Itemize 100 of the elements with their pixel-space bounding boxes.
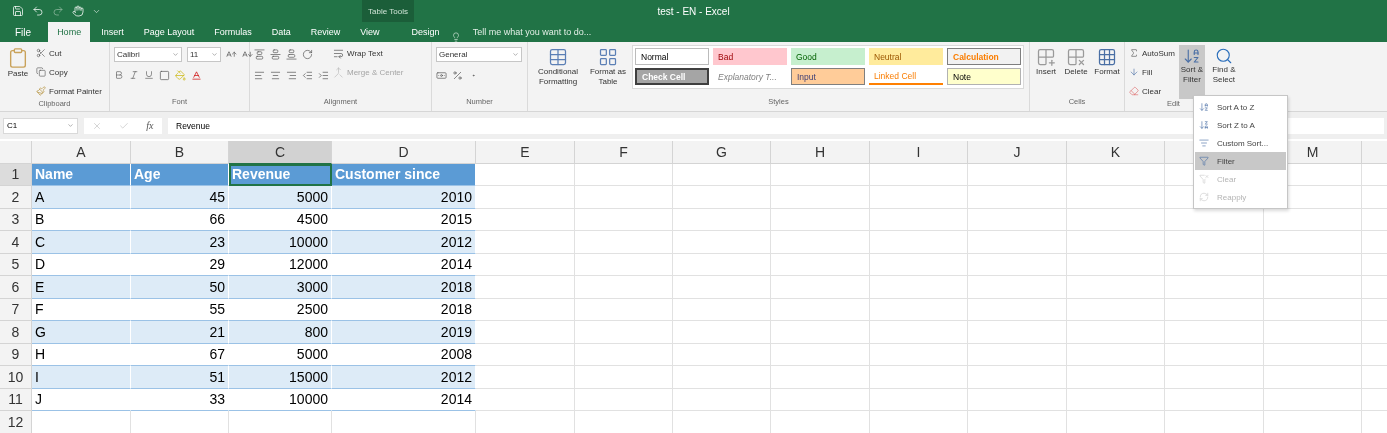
ribbon-tab[interactable]: Page Layout: [134, 22, 204, 42]
column-header[interactable]: D: [332, 141, 476, 164]
conditional-formatting-button[interactable]: Conditional Formatting: [532, 45, 584, 97]
paint-bucket-icon: [175, 69, 186, 81]
table-cell: Name: [32, 163, 131, 186]
row-header[interactable]: 2: [0, 186, 32, 209]
sort-icon: [1199, 102, 1209, 112]
ribbon-tab[interactable]: Insert: [92, 22, 133, 42]
table-cell: 2010: [332, 186, 476, 209]
row-header[interactable]: 7: [0, 298, 32, 321]
shrink-font-icon: [242, 48, 253, 60]
cell-style[interactable]: Neutral: [869, 48, 943, 65]
redo-icon: [52, 5, 64, 17]
delete-cells-icon: [1066, 47, 1087, 67]
table-cell: 23: [131, 231, 229, 254]
undo-icon: [32, 5, 44, 17]
format-cells-icon: [1097, 47, 1117, 67]
percent-icon: [452, 69, 463, 81]
clear-button[interactable]: Clear: [1129, 83, 1175, 99]
row-header[interactable]: 3: [0, 208, 32, 231]
ribbon-tab[interactable]: Data: [262, 22, 300, 42]
cut-button[interactable]: Cut: [36, 45, 102, 61]
format-as-table-button[interactable]: Format as Table: [588, 45, 628, 97]
row-header[interactable]: 6: [0, 276, 32, 299]
row-header[interactable]: 5: [0, 253, 32, 276]
font-name-field[interactable]: Calibri: [114, 46, 182, 62]
window-title: test - EN - Excel: [657, 5, 730, 17]
top-align-icon: [254, 48, 265, 60]
sort-filter-button[interactable]: Sort & Filter: [1178, 45, 1205, 99]
cell-style[interactable]: Good: [791, 48, 865, 65]
lightbulb-icon: [450, 32, 461, 42]
column-header[interactable]: A: [32, 141, 131, 164]
column-header[interactable]: K: [1067, 141, 1165, 164]
tell-me-field[interactable]: Tell me what you want to do...: [472, 22, 592, 42]
table-cell: 45: [131, 186, 229, 209]
column-header[interactable]: E: [476, 141, 575, 164]
row-header[interactable]: 10: [0, 366, 32, 389]
delete-button[interactable]: Delete: [1062, 45, 1090, 97]
row-header[interactable]: 12: [0, 411, 32, 433]
column-header[interactable]: F: [575, 141, 673, 164]
bottom-align-icon: [286, 48, 297, 60]
ribbon-tab[interactable]: File: [6, 22, 41, 42]
find-select-button[interactable]: Find & Select: [1208, 45, 1239, 99]
menu-item[interactable]: Sort Z to A: [1195, 116, 1286, 134]
cell-style[interactable]: Input: [791, 68, 865, 85]
autosum-button[interactable]: AutoSum: [1129, 45, 1175, 61]
table-cell: 21: [131, 321, 229, 344]
align-right-icon: [286, 69, 297, 81]
fill-down-icon: [1129, 67, 1139, 77]
ribbon-tab[interactable]: Home: [48, 22, 91, 42]
table-cell: 3000: [229, 276, 332, 299]
format-button[interactable]: Format: [1094, 45, 1120, 97]
row-header[interactable]: 4: [0, 231, 32, 254]
font-size-field[interactable]: 11: [187, 46, 221, 62]
column-header[interactable]: J: [968, 141, 1067, 164]
row-header[interactable]: 8: [0, 321, 32, 344]
merge-icon: [333, 66, 344, 78]
wrap-text-button[interactable]: Wrap Text: [333, 45, 404, 61]
sort-icon: [1199, 120, 1209, 130]
wrap-text-icon: [333, 47, 344, 59]
copy-button[interactable]: Copy: [36, 64, 102, 80]
row-header[interactable]: 9: [0, 343, 32, 366]
ribbon-tab[interactable]: Formulas: [205, 22, 261, 42]
row-header[interactable]: 11: [0, 388, 32, 411]
cell-style[interactable]: Bad: [713, 48, 787, 65]
bold-icon: [114, 70, 124, 80]
table-cell: 10000: [229, 231, 332, 254]
row-header[interactable]: 1: [0, 163, 32, 186]
column-header[interactable]: I: [870, 141, 968, 164]
align-center-icon: [270, 69, 281, 81]
table-cell: 2018: [332, 276, 476, 299]
table-cell: I: [32, 366, 131, 389]
column-header[interactable]: C: [229, 141, 332, 164]
table-cell: Customer since: [332, 163, 476, 186]
name-box[interactable]: C1: [3, 117, 78, 134]
clipboard-icon: [7, 47, 29, 69]
menu-item[interactable]: Sort A to Z: [1195, 98, 1286, 116]
funnel-x-icon: [1199, 174, 1209, 184]
refresh-icon: [1199, 192, 1209, 202]
paintbrush-icon: [36, 86, 46, 96]
column-header[interactable]: B: [131, 141, 229, 164]
insert-button[interactable]: Insert: [1034, 45, 1059, 97]
table-cell: Age: [131, 163, 229, 186]
menu-item[interactable]: Filter: [1195, 152, 1286, 170]
insert-function-button[interactable]: fx: [146, 120, 154, 131]
search-icon: [1214, 47, 1233, 65]
format-painter-button[interactable]: Format Painter: [36, 83, 102, 99]
paste-button[interactable]: Paste: [4, 45, 32, 99]
table-cell: G: [32, 321, 131, 344]
middle-align-icon: [270, 48, 281, 60]
sort-icon: [1182, 47, 1201, 65]
column-header[interactable]: G: [673, 141, 771, 164]
cell-style[interactable]: Normal: [635, 48, 709, 65]
fill-button[interactable]: Fill: [1129, 64, 1175, 80]
column-header[interactable]: H: [771, 141, 870, 164]
select-all-corner[interactable]: [0, 141, 32, 164]
number-format-field[interactable]: General: [436, 46, 522, 62]
cell-style[interactable]: Note: [947, 68, 1021, 85]
align-left-icon: [254, 69, 265, 81]
ribbon-tab[interactable]: Review: [301, 22, 350, 42]
